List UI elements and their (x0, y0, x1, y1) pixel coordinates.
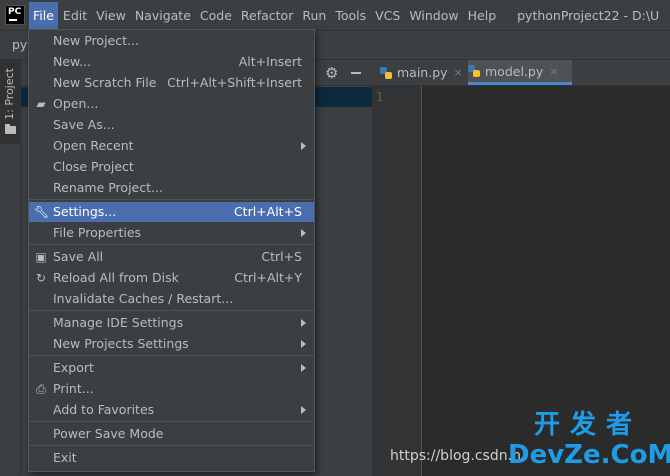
menu-item-new-scratch-file[interactable]: New Scratch File Ctrl+Alt+Shift+Insert (29, 73, 314, 93)
menu-item-rename-project[interactable]: Rename Project... (29, 178, 314, 198)
menu-item-label: New Scratch File (53, 75, 157, 90)
save-icon: ▣ (35, 250, 47, 264)
menu-item-label: Export (53, 360, 94, 375)
menu-item-label: Close Project (53, 159, 134, 174)
file-menu-dropdown: New Project... New... Alt+Insert New Scr… (28, 29, 315, 472)
menu-item-label: Add to Favorites (53, 402, 155, 417)
menu-item-exit[interactable]: Exit (29, 448, 314, 468)
menu-item-reload-all[interactable]: ↻ Reload All from Disk Ctrl+Alt+Y (29, 268, 314, 288)
menu-item-label: Print... (53, 381, 94, 396)
project-tool-tab-label: 1: Project (3, 68, 16, 120)
menu-item-label: Reload All from Disk (53, 270, 179, 285)
watermark-logo-line2: DevZe.CoM (508, 440, 670, 470)
close-icon[interactable]: × (454, 66, 463, 79)
submenu-arrow-icon (301, 229, 306, 237)
menu-separator (29, 199, 314, 200)
menu-item-shortcut: Ctrl+Alt+Y (234, 270, 302, 285)
menu-tools[interactable]: Tools (331, 2, 370, 29)
menu-item-settings[interactable]: 🔧︎ Settings... Ctrl+Alt+S (29, 202, 314, 222)
gear-icon[interactable]: ⚙ (325, 64, 338, 82)
menu-item-close-project[interactable]: Close Project (29, 157, 314, 177)
menu-run[interactable]: Run (298, 2, 330, 29)
menu-item-save-as[interactable]: Save As... (29, 115, 314, 135)
menu-item-new-projects-settings[interactable]: New Projects Settings (29, 334, 314, 354)
menu-bar: PC File Edit View Navigate Code Refactor… (0, 0, 670, 31)
menu-item-label: Open Recent (53, 138, 134, 153)
menu-item-invalidate-caches[interactable]: Invalidate Caches / Restart... (29, 289, 314, 309)
menu-item-manage-ide-settings[interactable]: Manage IDE Settings (29, 313, 314, 333)
printer-icon: ⎙ (36, 382, 46, 396)
editor-tab-bar: main.py × model.py × (372, 60, 670, 86)
menu-item-label: Manage IDE Settings (53, 315, 184, 330)
menu-item-new[interactable]: New... Alt+Insert (29, 52, 314, 72)
python-file-icon (468, 65, 480, 77)
minimize-icon[interactable] (351, 72, 361, 74)
menu-refactor[interactable]: Refactor (237, 2, 297, 29)
project-tool-tab[interactable]: 1: Project (0, 60, 21, 144)
menu-item-label: Rename Project... (53, 180, 163, 195)
menu-vcs[interactable]: VCS (371, 2, 404, 29)
line-gutter: 1 (372, 86, 422, 476)
menu-item-label: New Projects Settings (53, 336, 189, 351)
close-icon[interactable]: × (549, 65, 558, 78)
menu-item-label: Settings... (53, 204, 117, 219)
tab-label: model.py (485, 63, 544, 79)
menu-item-file-properties[interactable]: File Properties (29, 223, 314, 243)
refresh-icon: ↻ (35, 271, 47, 285)
window-title: pythonProject22 - D:\U (517, 7, 660, 23)
menu-item-label: Save As... (53, 117, 115, 132)
menu-item-shortcut: Ctrl+S (261, 249, 302, 264)
menu-item-label: Save All (53, 249, 104, 264)
watermark-logo: 开发者 DevZe.CoM (508, 410, 670, 474)
watermark-logo-line1: 开发者 (533, 410, 642, 440)
menu-navigate[interactable]: Navigate (131, 2, 195, 29)
watermark-url: https://blog.csdn.n (390, 448, 521, 464)
menu-item-open-recent[interactable]: Open Recent (29, 136, 314, 156)
menu-item-export[interactable]: Export (29, 358, 314, 378)
menu-item-label: New Project... (53, 33, 139, 48)
menu-item-shortcut: Alt+Insert (238, 54, 302, 69)
menu-item-label: Power Save Mode (53, 426, 164, 441)
menu-item-add-to-favorites[interactable]: Add to Favorites (29, 400, 314, 420)
folder-open-icon: ▰ (36, 97, 46, 111)
menu-item-label: Invalidate Caches / Restart... (53, 291, 234, 306)
submenu-arrow-icon (301, 364, 306, 372)
python-file-icon (380, 66, 392, 79)
menu-file[interactable]: File (29, 1, 58, 29)
menu-item-shortcut: Ctrl+Alt+Shift+Insert (167, 75, 302, 90)
menu-window[interactable]: Window (405, 2, 462, 29)
tab-main-py[interactable]: main.py × (380, 60, 468, 85)
menu-item-open[interactable]: ▰ Open... (29, 94, 314, 114)
menu-edit[interactable]: Edit (59, 2, 91, 29)
submenu-arrow-icon (301, 142, 306, 150)
tab-model-py[interactable]: model.py × (468, 60, 572, 85)
menu-item-shortcut: Ctrl+Alt+S (233, 204, 302, 219)
submenu-arrow-icon (301, 340, 306, 348)
menu-separator (29, 421, 314, 422)
menu-item-power-save-mode[interactable]: Power Save Mode (29, 424, 314, 444)
tab-label: main.py (397, 65, 448, 80)
menu-item-print[interactable]: ⎙ Print... (29, 379, 314, 399)
submenu-arrow-icon (301, 406, 306, 414)
submenu-arrow-icon (301, 319, 306, 327)
folder-icon (5, 124, 16, 134)
menu-item-save-all[interactable]: ▣ Save All Ctrl+S (29, 247, 314, 267)
menu-separator (29, 355, 314, 356)
menu-separator (29, 310, 314, 311)
menu-view[interactable]: View (92, 2, 130, 29)
menu-item-label: Open... (53, 96, 99, 111)
line-number: 1 (376, 90, 384, 104)
menu-code[interactable]: Code (196, 2, 236, 29)
wrench-icon: 🔧︎ (34, 205, 50, 219)
pycharm-logo-icon: PC (5, 5, 25, 25)
menu-item-label: File Properties (53, 225, 142, 240)
menu-separator (29, 244, 314, 245)
menu-item-label: Exit (53, 450, 77, 465)
menu-item-new-project[interactable]: New Project... (29, 31, 314, 51)
menu-help[interactable]: Help (464, 2, 501, 29)
left-tool-strip: 1: Project (0, 60, 21, 476)
menu-item-label: New... (53, 54, 92, 69)
menu-separator (29, 445, 314, 446)
